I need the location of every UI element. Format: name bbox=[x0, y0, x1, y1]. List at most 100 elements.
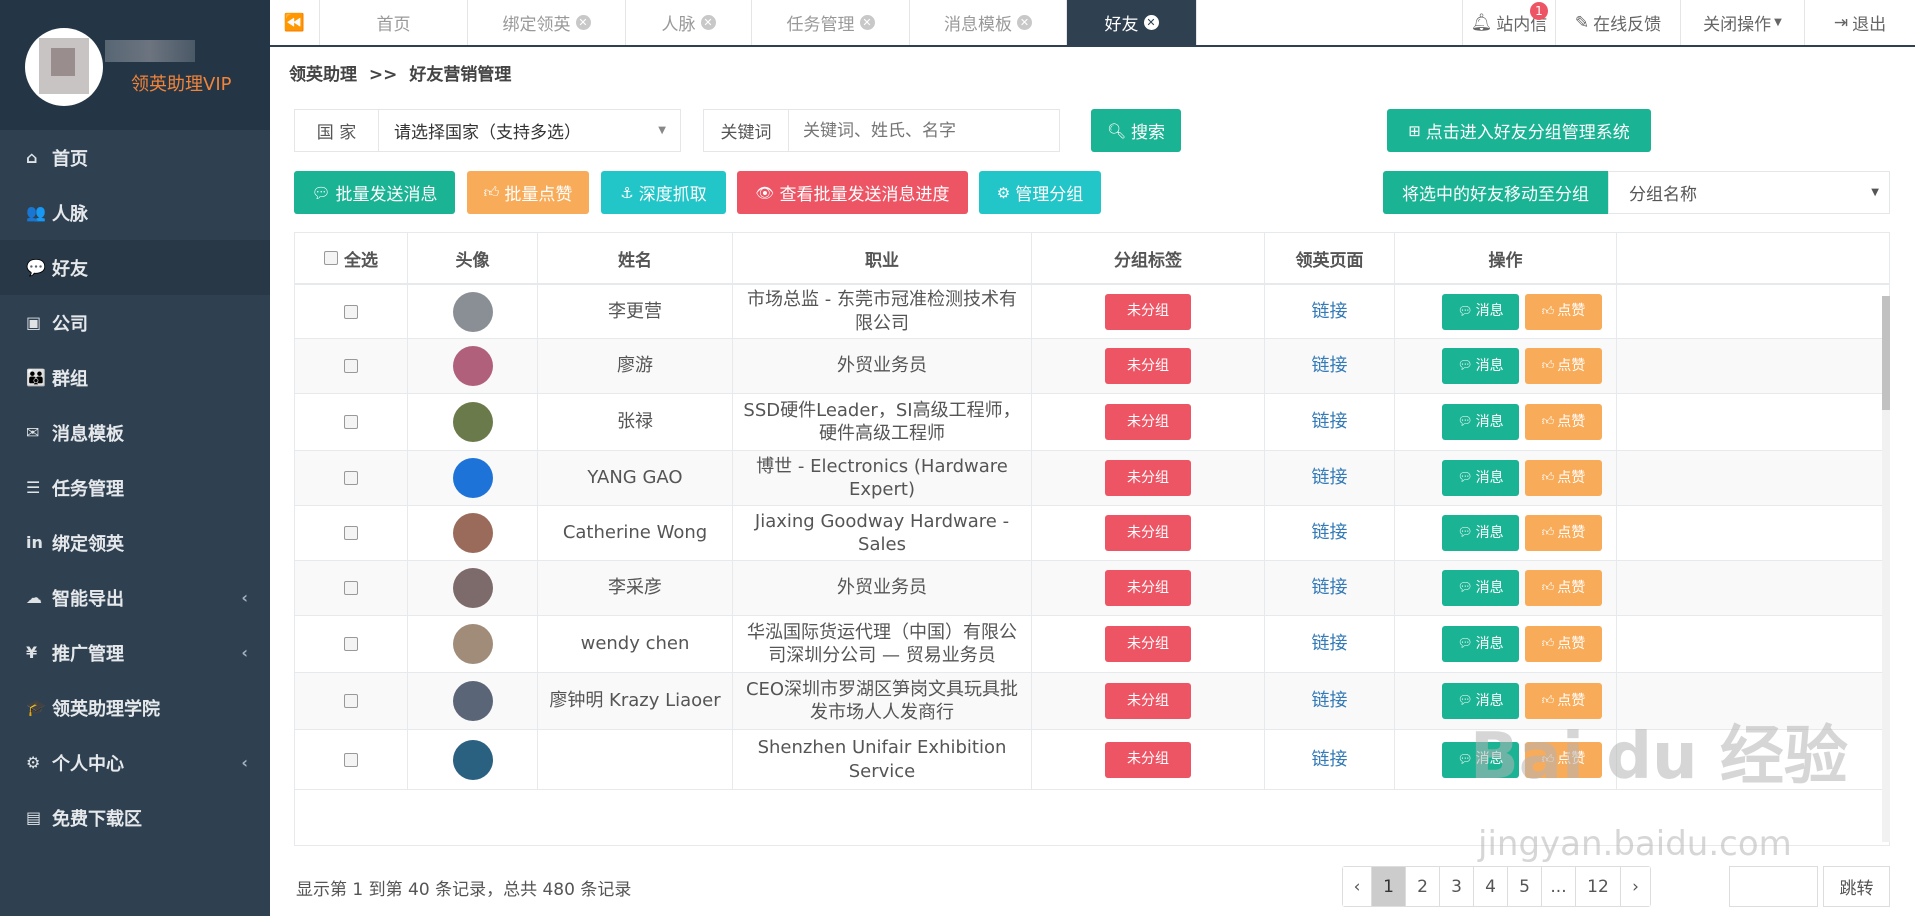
deep-fetch-button[interactable]: ⚓︎ 深度抓取 bbox=[601, 171, 726, 214]
linkedin-link[interactable]: 链接 bbox=[1312, 576, 1348, 599]
batch-message-button[interactable]: 💬︎ 批量发送消息 bbox=[294, 171, 455, 214]
sidebar-item[interactable]: ⚙ 个人中心 ‹ bbox=[0, 735, 270, 790]
group-tag[interactable]: 未分组 bbox=[1105, 460, 1191, 496]
row-checkbox[interactable] bbox=[344, 304, 358, 319]
batch-like-button[interactable]: 👍︎ 批量点赞 bbox=[467, 171, 589, 214]
close-tab-icon[interactable]: ✕ bbox=[1017, 15, 1032, 30]
group-tag[interactable]: 未分组 bbox=[1105, 404, 1191, 440]
page-button[interactable]: 12 bbox=[1576, 867, 1621, 906]
message-button[interactable]: 💬︎ 消息 bbox=[1442, 460, 1519, 496]
message-button[interactable]: 💬︎ 消息 bbox=[1442, 404, 1519, 440]
sidebar-item[interactable]: 👥 人脉 bbox=[0, 185, 270, 240]
linkedin-link[interactable]: 链接 bbox=[1312, 748, 1348, 771]
linkedin-link[interactable]: 链接 bbox=[1312, 689, 1348, 712]
prev-page-button[interactable]: ‹ bbox=[1343, 867, 1372, 906]
row-checkbox[interactable] bbox=[344, 752, 358, 767]
next-page-button[interactable]: › bbox=[1621, 867, 1650, 906]
close-operations-dropdown[interactable]: 关闭操作 ▼ bbox=[1681, 0, 1805, 45]
group-tag[interactable]: 未分组 bbox=[1105, 348, 1191, 384]
linkedin-link[interactable]: 链接 bbox=[1312, 410, 1348, 433]
sidebar-item[interactable]: 🎓 领英助理学院 bbox=[0, 680, 270, 735]
group-tag[interactable]: 未分组 bbox=[1105, 570, 1191, 606]
user-avatar[interactable] bbox=[25, 28, 103, 106]
friend-name[interactable]: 廖钟明 Krazy Liaoer bbox=[549, 689, 720, 712]
feedback-button[interactable]: ✎ 在线反馈 bbox=[1556, 0, 1681, 45]
sidebar-item[interactable]: ✉ 消息模板 bbox=[0, 405, 270, 460]
like-button[interactable]: 👍︎ 点赞 bbox=[1525, 404, 1602, 440]
tab-item[interactable]: 绑定领英 ✕ bbox=[468, 0, 626, 45]
logout-button[interactable]: ⇥ 退出 bbox=[1805, 0, 1915, 45]
group-tag[interactable]: 未分组 bbox=[1105, 741, 1191, 778]
linkedin-link[interactable]: 链接 bbox=[1312, 466, 1348, 489]
group-system-button[interactable]: ⊞ 点击进入好友分组管理系统 bbox=[1387, 109, 1651, 152]
page-button[interactable]: 1 bbox=[1372, 867, 1406, 906]
page-button[interactable]: 4 bbox=[1474, 867, 1508, 906]
like-button[interactable]: 👍︎ 点赞 bbox=[1525, 570, 1602, 606]
sidebar-item[interactable]: ☰ 任务管理 bbox=[0, 460, 270, 515]
page-jump-button[interactable]: 跳转 bbox=[1823, 866, 1890, 907]
tab-scroll-back-icon[interactable]: ⏪ bbox=[270, 0, 320, 45]
linkedin-link[interactable]: 链接 bbox=[1312, 521, 1348, 544]
group-select[interactable]: 分组名称 ▼ bbox=[1608, 171, 1890, 214]
friend-name[interactable]: 廖游 bbox=[617, 354, 653, 377]
keyword-input[interactable] bbox=[789, 110, 1059, 151]
scrollbar-thumb[interactable] bbox=[1882, 296, 1890, 410]
sidebar-item[interactable]: 💬 好友 bbox=[0, 240, 270, 295]
message-button[interactable]: 💬︎ 消息 bbox=[1442, 570, 1519, 606]
friend-name[interactable]: YANG GAO bbox=[587, 466, 682, 489]
like-button[interactable]: 👍︎ 点赞 bbox=[1525, 293, 1602, 330]
page-jump-input[interactable] bbox=[1729, 866, 1818, 907]
page-button[interactable]: 2 bbox=[1406, 867, 1440, 906]
linkedin-link[interactable]: 链接 bbox=[1312, 632, 1348, 655]
sidebar-item[interactable]: 👪 群组 bbox=[0, 350, 270, 405]
page-button[interactable]: 3 bbox=[1440, 867, 1474, 906]
message-button[interactable]: 💬︎ 消息 bbox=[1442, 293, 1519, 330]
like-button[interactable]: 👍︎ 点赞 bbox=[1525, 460, 1602, 496]
sidebar-item[interactable]: ▤ 免费下载区 bbox=[0, 790, 270, 845]
like-button[interactable]: 👍︎ 点赞 bbox=[1525, 626, 1602, 662]
move-to-group-button[interactable]: 将选中的好友移动至分组 bbox=[1383, 171, 1608, 214]
row-checkbox[interactable] bbox=[344, 526, 358, 540]
row-checkbox[interactable] bbox=[344, 581, 358, 595]
select-all-checkbox[interactable] bbox=[324, 251, 338, 265]
friend-name[interactable]: wendy chen bbox=[581, 632, 690, 655]
tab-item[interactable]: 首页 bbox=[320, 0, 468, 45]
group-tag[interactable]: 未分组 bbox=[1105, 515, 1191, 551]
group-tag[interactable]: 未分组 bbox=[1105, 626, 1191, 662]
linkedin-link[interactable]: 链接 bbox=[1312, 300, 1348, 323]
tab-item[interactable]: 人脉 ✕ bbox=[626, 0, 752, 45]
friend-name[interactable]: 李更营 bbox=[608, 300, 662, 323]
row-checkbox[interactable] bbox=[344, 637, 358, 651]
table-scrollbar[interactable] bbox=[1882, 296, 1890, 842]
message-button[interactable]: 💬︎ 消息 bbox=[1442, 626, 1519, 662]
page-button[interactable]: ... bbox=[1542, 867, 1576, 906]
message-button[interactable]: 💬︎ 消息 bbox=[1442, 515, 1519, 551]
row-checkbox[interactable] bbox=[344, 471, 358, 485]
row-checkbox[interactable] bbox=[344, 359, 358, 373]
like-button[interactable]: 👍︎ 点赞 bbox=[1525, 515, 1602, 551]
tab-item[interactable]: 任务管理 ✕ bbox=[752, 0, 910, 45]
breadcrumb-root[interactable]: 领英助理 bbox=[289, 65, 357, 85]
notifications-button[interactable]: 🔔︎ 站内信 1 bbox=[1462, 0, 1556, 45]
close-tab-icon[interactable]: ✕ bbox=[700, 15, 716, 30]
sidebar-item[interactable]: in 绑定领英 bbox=[0, 515, 270, 570]
group-tag[interactable]: 未分组 bbox=[1105, 293, 1191, 330]
view-progress-button[interactable]: 👁︎ 查看批量发送消息进度 bbox=[737, 171, 968, 214]
sidebar-item[interactable]: ▣ 公司 bbox=[0, 295, 270, 350]
tab-item[interactable]: 消息模板 ✕ bbox=[910, 0, 1067, 45]
linkedin-link[interactable]: 链接 bbox=[1312, 354, 1348, 377]
close-tab-icon[interactable]: ✕ bbox=[575, 15, 591, 30]
manage-groups-button[interactable]: ⚙ 管理分组 bbox=[979, 171, 1101, 214]
friend-name[interactable]: 李采彦 bbox=[608, 576, 662, 599]
friend-name[interactable]: 张禄 bbox=[617, 410, 653, 433]
close-tab-icon[interactable]: ✕ bbox=[859, 15, 875, 30]
search-button[interactable]: 🔍︎ 搜索 bbox=[1091, 109, 1181, 152]
friend-name[interactable]: Catherine Wong bbox=[563, 521, 707, 544]
message-button[interactable]: 💬︎ 消息 bbox=[1442, 348, 1519, 384]
group-tag[interactable]: 未分组 bbox=[1105, 683, 1191, 719]
sidebar-item[interactable]: ¥ 推广管理 ‹ bbox=[0, 625, 270, 680]
sidebar-item[interactable]: ☁ 智能导出 ‹ bbox=[0, 570, 270, 625]
close-tab-icon[interactable]: ✕ bbox=[1143, 15, 1159, 30]
row-checkbox[interactable] bbox=[344, 415, 358, 429]
country-select[interactable]: 请选择国家（支持多选） bbox=[379, 118, 658, 143]
